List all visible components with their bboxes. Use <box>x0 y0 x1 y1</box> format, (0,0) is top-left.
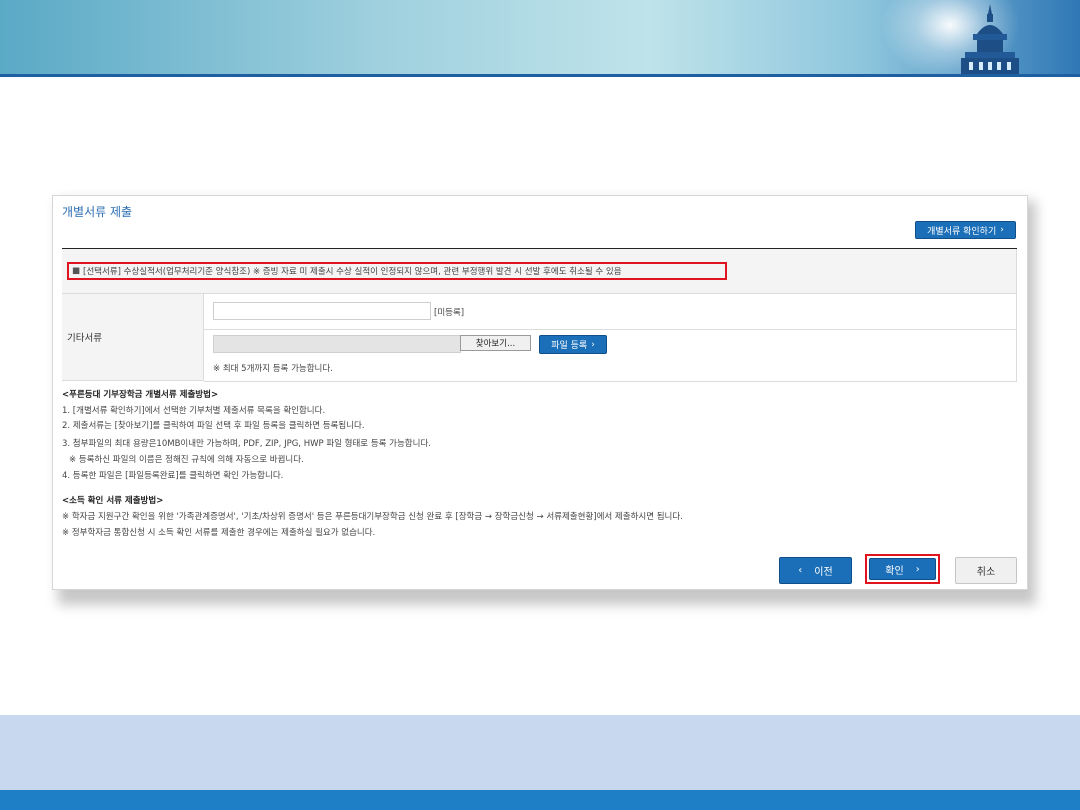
guide-line-1: 1. [개별서류 확인하기]에서 선택한 기부처별 제출서류 목록을 확인합니다… <box>62 406 326 416</box>
previous-button[interactable]: ‹ 이전 <box>779 557 852 584</box>
guide-heading-2: <소득 확인 서류 제출방법> <box>62 496 164 506</box>
cancel-button[interactable]: 취소 <box>955 557 1017 584</box>
guide-heading-1: <푸른등대 기부장학금 개별서류 제출방법> <box>62 390 219 400</box>
square-bullet-icon: ■ <box>72 266 81 276</box>
guide-line-6: ※ 정부학자금 통합신청 시 소득 확인 서류를 제출한 경우에는 제출하실 필… <box>62 528 376 538</box>
chevron-left-icon: ‹ <box>798 565 803 576</box>
file-path-field[interactable] <box>213 335 461 353</box>
top-divider <box>0 74 1080 77</box>
upload-file-button[interactable]: 파일 등록 › <box>539 335 607 354</box>
bottom-bar <box>0 790 1080 810</box>
confirm-label: 확인 <box>885 565 904 577</box>
confirm-button-highlight: 확인 › <box>865 554 940 584</box>
guide-line-5: ※ 학자금 지원구간 확인을 위한 '가족관계증명서', '기초/차상위 증명서… <box>62 512 683 522</box>
filename-input[interactable] <box>213 302 431 320</box>
bottom-band <box>0 715 1080 790</box>
lighthouse-building-icon <box>961 4 1019 76</box>
guide-line-3: 3. 첨부파일의 최대 용량은10MB이내만 가능하며, PDF, ZIP, J… <box>62 439 431 449</box>
notice-text: [선택서류] 수상실적서(업무처리기준 양식참조) ※ 증빙 자료 미 제출시 … <box>83 267 622 277</box>
notice-highlight: ■ [선택서류] 수상실적서(업무처리기준 양식참조) ※ 증빙 자료 미 제출… <box>67 262 727 280</box>
chevron-right-icon: › <box>1000 225 1004 235</box>
other-documents-label: 기타서류 <box>62 294 204 381</box>
check-documents-button[interactable]: 개별서류 확인하기 › <box>915 221 1016 239</box>
confirm-button[interactable]: 확인 › <box>869 558 936 580</box>
previous-label: 이전 <box>814 567 833 578</box>
browse-button[interactable]: 찾아보기... <box>460 335 531 351</box>
guide-line-3b: ※ 등록하신 파일의 이름은 정해진 규칙에 의해 자동으로 바뀝니다. <box>69 455 304 465</box>
check-documents-label: 개별서류 확인하기 <box>927 226 997 237</box>
guide-line-4: 4. 등록한 파일은 [파일등록완료]를 클릭하면 확인 가능합니다. <box>62 471 284 481</box>
chevron-right-icon: › <box>915 563 920 575</box>
panel-title: 개별서류 제출 <box>62 205 133 219</box>
top-banner <box>0 0 1080 80</box>
document-submission-panel: 개별서류 제출 개별서류 확인하기 › ■ [선택서류] 수상실적서(업무처리기… <box>52 195 1028 590</box>
table-right-border <box>1016 249 1017 381</box>
chevron-right-icon: › <box>591 339 595 350</box>
upload-file-label: 파일 등록 <box>551 341 588 351</box>
unregistered-status: [미등록] <box>434 308 465 318</box>
max-files-note: ※ 최대 5개까지 등록 가능합니다. <box>213 364 333 374</box>
guide-line-2: 2. 제출서류는 [찾아보기]를 클릭하여 파일 선택 후 파일 등록을 클릭하… <box>62 421 365 431</box>
